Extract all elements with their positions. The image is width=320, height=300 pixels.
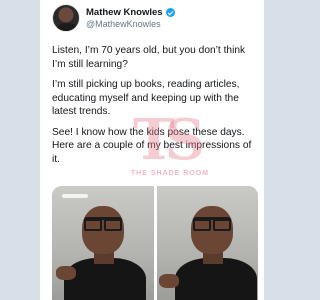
- tweet-paragraph-2: I’m still picking up books, reading arti…: [52, 79, 240, 117]
- glasses-icon: [192, 217, 231, 231]
- tweet-card: Mathew Knowles @MathewKnowles Listen, I’…: [40, 0, 264, 300]
- name-row: Mathew Knowles: [86, 7, 175, 18]
- avatar-shoulders: [56, 23, 78, 31]
- tweet-header: Mathew Knowles @MathewKnowles: [52, 4, 175, 32]
- tweet-paragraph-3: See! I know how the kids pose these days…: [52, 126, 252, 165]
- verified-badge-icon: [165, 8, 175, 17]
- media-photo-1[interactable]: [52, 186, 154, 300]
- author-display-name[interactable]: Mathew Knowles: [86, 7, 163, 18]
- media-photo-2[interactable]: [156, 186, 258, 300]
- glasses-icon: [84, 217, 122, 231]
- person-body: [174, 258, 257, 300]
- author-avatar[interactable]: [52, 4, 80, 32]
- person-hand: [56, 266, 76, 280]
- author-names: Mathew Knowles @MathewKnowles: [86, 7, 175, 29]
- tweet-paragraph-1: Listen, I’m 70 years old, but you don’t …: [52, 45, 246, 70]
- tweet-text: Listen, I’m 70 years old, but you don’t …: [52, 44, 257, 173]
- ceiling-light: [62, 194, 88, 198]
- tweet-media: [52, 186, 258, 300]
- author-handle[interactable]: @MathewKnowles: [86, 19, 175, 29]
- person-hand: [158, 274, 179, 288]
- person-body: [64, 258, 146, 300]
